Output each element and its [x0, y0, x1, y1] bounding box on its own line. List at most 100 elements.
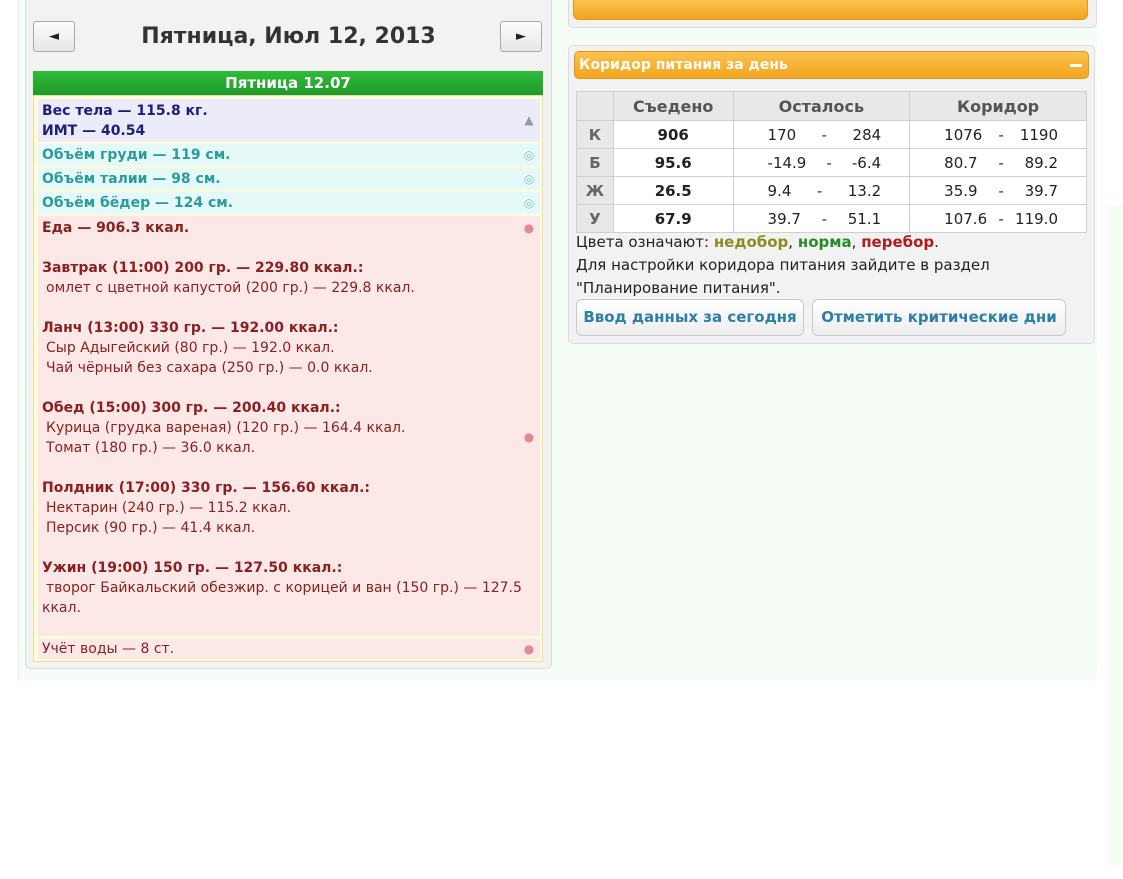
bmi-value: ИМТ — 40.54 — [42, 123, 146, 139]
corridor-panel-header[interactable]: Коридор питания за день — [574, 51, 1089, 79]
apple-icon: ● — [523, 430, 535, 444]
legend-line: Цвета означают: недобор, норма, перебор. — [576, 231, 1091, 254]
waist-entry[interactable]: Объём талии — 98 см. ◎ — [38, 168, 540, 190]
corridor-min: 107.6 — [944, 209, 988, 228]
remaining-max: 51.1 — [847, 209, 882, 228]
range-dash: - — [821, 209, 828, 228]
row-label: У — [576, 204, 614, 233]
eaten-value: 95.6 — [612, 148, 734, 177]
meal-header: Ланч (13:00) 330 гр. — 192.00 ккал.: — [42, 320, 339, 336]
meal-item: ккал. — [42, 600, 81, 616]
corridor-table: Съедено Осталось Коридор К 906 170 - 284 1… — [576, 91, 1087, 233]
meal-item: Курица (грудка вареная) (120 гр.) — 164.… — [46, 420, 406, 436]
eaten-value: 26.5 — [612, 176, 734, 205]
hips-value: Объём бёдер — 124 см. — [42, 195, 234, 211]
legend-prefix: Цвета означают: — [576, 233, 714, 251]
legend-sep: , — [851, 233, 862, 251]
hips-entry[interactable]: Объём бёдер — 124 см. ◎ — [38, 192, 540, 214]
corridor-range: 80.7 - 89.2 — [909, 148, 1087, 177]
apple-icon: ● — [523, 221, 535, 235]
settings-note: Для настройки коридора питания зайдите в… — [576, 256, 990, 274]
weight-value: Вес тела — 115.8 кг. — [42, 103, 208, 119]
meal-item: омлет с цветной капустой (200 гр.) — 229… — [46, 280, 415, 296]
table-row: К 906 170-284 1076-1190 — [576, 120, 1087, 149]
table-row: Ж 26.5 9.4 - 13.2 35.9 - 39.7 — [576, 176, 1087, 205]
meal-item: Томат (180 гр.) — 36.0 ккал. — [46, 440, 256, 456]
remaining-max: 284 — [852, 125, 882, 144]
eaten-value: 906 — [612, 120, 734, 149]
remaining-range: 9.4 - 13.2 — [732, 176, 911, 205]
range-dash: - — [826, 153, 832, 172]
corridor-max: 89.2 — [1024, 153, 1058, 172]
enter-today-data-button[interactable]: Ввод данных за сегодня — [576, 299, 804, 336]
measure-icon: ◎ — [523, 196, 535, 210]
legend-over: перебор — [861, 233, 935, 251]
corridor-range: 35.9 - 39.7 — [909, 176, 1087, 205]
range-dash: - — [998, 209, 1004, 228]
remaining-min: -14.9 — [767, 153, 807, 172]
meal-item: Сыр Адыгейский (80 гр.) — 192.0 ккал. — [46, 340, 335, 356]
remaining-min: 170 — [767, 125, 797, 144]
eaten-value: 67.9 — [612, 204, 734, 233]
meal-header: Завтрак (11:00) 200 гр. — 229.80 ккал.: — [42, 260, 364, 276]
range-dash: - — [816, 181, 823, 200]
corridor-min: 35.9 — [944, 181, 978, 200]
day-entries: Вес тела — 115.8 кг. ИМТ — 40.54 ▲ Объём… — [33, 95, 543, 662]
column-header: Съедено — [612, 91, 734, 121]
weight-icon: ▲ — [524, 113, 534, 127]
range-dash: - — [998, 125, 1004, 144]
range-dash: - — [821, 125, 828, 144]
next-day-button[interactable]: ► — [500, 21, 542, 52]
meal-item: Нектарин (240 гр.) — 115.2 ккал. — [46, 500, 292, 516]
legend-norm: норма — [797, 233, 852, 251]
corridor-range: 107.6-119.0 — [909, 204, 1087, 233]
date-title: Пятница, Июл 12, 2013 — [141, 24, 436, 49]
remaining-range: 170 - 284 — [732, 120, 911, 149]
column-header: Осталось — [732, 91, 911, 121]
remaining-min: 9.4 — [767, 181, 792, 200]
weight-entry[interactable]: Вес тела — 115.8 кг. ИМТ — 40.54 ▲ — [38, 99, 540, 142]
mark-critical-days-button[interactable]: Отметить критические дни — [812, 299, 1066, 336]
settings-note-link: "Планирование питания". — [576, 279, 781, 297]
row-label: К — [576, 120, 614, 149]
meal-header: Обед (15:00) 300 гр. — 200.40 ккал.: — [42, 400, 341, 416]
food-entry[interactable]: Еда — 906.3 ккал. ● ● Завтрак (11:00) 20… — [38, 216, 540, 636]
day-header: Пятница 12.07 — [33, 71, 543, 95]
nutrition-corridor-panel: Коридор питания за день Съедено Осталось… — [568, 45, 1095, 344]
remaining-min: 39.7 — [767, 209, 801, 228]
prev-day-button[interactable]: ◄ — [33, 21, 75, 52]
water-entry[interactable]: Учёт воды — 8 ст. ● — [38, 639, 540, 659]
row-label: Б — [576, 148, 614, 177]
remaining-range: -14.9- -6.4 — [732, 148, 911, 177]
column-header: Коридор — [909, 91, 1087, 121]
column-header — [576, 91, 614, 121]
table-row: У 67.9 39.7-51.1 107.6-119.0 — [576, 204, 1087, 233]
measure-icon: ◎ — [523, 172, 535, 186]
remaining-max: -6.4 — [851, 153, 882, 172]
row-label: Ж — [576, 176, 614, 205]
waist-value: Объём талии — 98 см. — [42, 171, 221, 187]
corridor-min: 1076 — [944, 125, 983, 144]
legend-sep: , — [788, 233, 798, 251]
collapsed-widget-header[interactable] — [573, 0, 1088, 20]
day-diary-panel: ◄ Пятница, Июл 12, 2013 ► Пятница 12.07 … — [25, 0, 552, 669]
color-legend: Цвета означают: недобор, норма, перебор.… — [576, 231, 1091, 300]
corridor-max: 119.0 — [1015, 209, 1058, 228]
meal-item: Персик (90 гр.) — 41.4 ккал. — [46, 520, 256, 536]
chest-value: Объём груди — 119 см. — [42, 147, 231, 163]
meal-item: Чай чёрный без сахара (250 гр.) — 0.0 кк… — [46, 360, 373, 376]
meal-header: Ужин (19:00) 150 гр. — 127.50 ккал.: — [42, 560, 343, 576]
chest-entry[interactable]: Объём груди — 119 см. ◎ — [38, 144, 540, 166]
remaining-range: 39.7 -51.1 — [732, 204, 911, 233]
meal-item: творог Байкальский обезжир. с корицей и … — [46, 580, 522, 596]
measure-icon: ◎ — [523, 148, 535, 162]
water-value: Учёт воды — 8 ст. — [42, 641, 175, 657]
corridor-max: 1190 — [1019, 125, 1058, 144]
table-header-row: Съедено Осталось Коридор — [576, 91, 1087, 121]
range-dash: - — [998, 153, 1004, 172]
corridor-min: 80.7 — [944, 153, 978, 172]
range-dash: - — [998, 181, 1004, 200]
legend-end: . — [934, 233, 939, 251]
remaining-max: 13.2 — [847, 181, 882, 200]
collapse-icon[interactable] — [1070, 64, 1082, 67]
